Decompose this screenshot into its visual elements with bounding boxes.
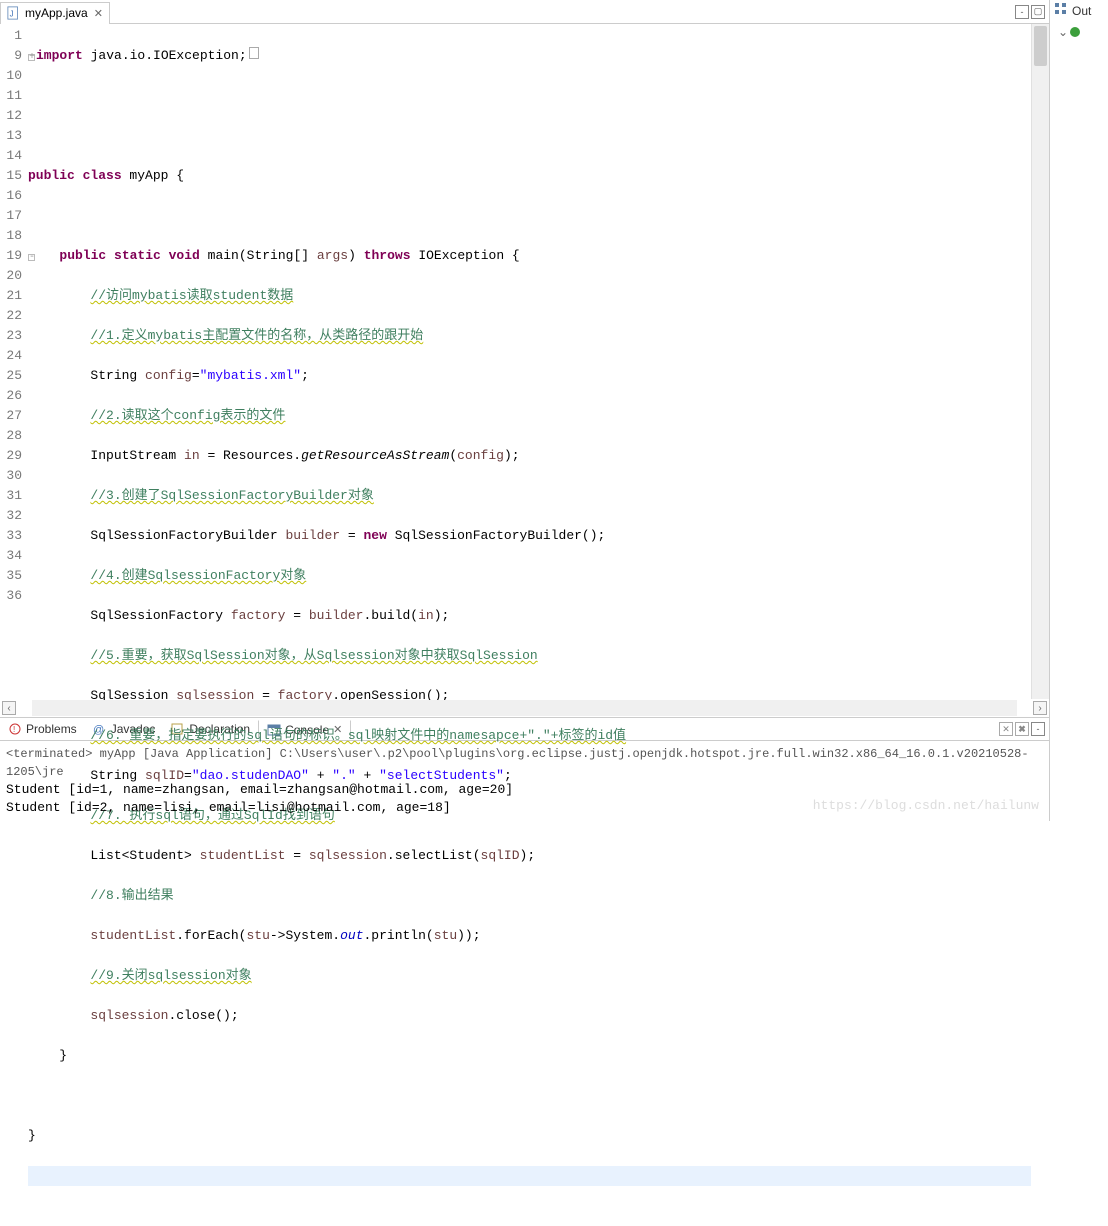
scroll-left-icon[interactable]: ‹ xyxy=(2,701,16,715)
outline-view: Out ⌄ xyxy=(1050,0,1108,821)
current-line xyxy=(28,1166,1031,1186)
java-file-icon: J xyxy=(7,6,21,20)
scroll-thumb[interactable] xyxy=(1034,26,1047,66)
class-icon xyxy=(1070,27,1080,37)
maximize-icon[interactable]: ▢ xyxy=(1031,5,1045,19)
vertical-scrollbar[interactable] xyxy=(1031,24,1049,699)
console-output[interactable]: <terminated> myApp [Java Application] C:… xyxy=(0,741,1049,821)
line-gutter: 1 9 10 11 12 13 14 15 16 17 18 19 20 21 … xyxy=(0,24,28,699)
minimize-icon[interactable]: - xyxy=(1031,722,1045,736)
editor-window-buttons: - ▢ xyxy=(1015,5,1049,19)
outline-icon xyxy=(1054,2,1068,19)
editor-tab-label: myApp.java xyxy=(25,6,88,20)
svg-text:J: J xyxy=(10,10,14,19)
fold-icon[interactable]: - xyxy=(28,254,35,261)
chevron-down-icon[interactable]: ⌄ xyxy=(1058,25,1068,39)
minimize-icon[interactable]: - xyxy=(1015,5,1029,19)
editor-tab[interactable]: J myApp.java ✕ xyxy=(0,2,110,24)
outline-tree-item[interactable]: ⌄ xyxy=(1058,25,1104,39)
close-icon[interactable]: ✕ xyxy=(94,7,103,20)
problems-icon: ! xyxy=(8,722,22,736)
code-area[interactable]: +import java.io.IOException; public clas… xyxy=(28,24,1031,699)
fold-icon[interactable]: + xyxy=(28,54,35,61)
horizontal-scrollbar[interactable]: ‹ › xyxy=(0,699,1049,717)
svg-text:!: ! xyxy=(13,725,15,734)
console-status: <terminated> myApp [Java Application] C:… xyxy=(6,745,1043,781)
watermark-text: https://blog.csdn.net/hailunw xyxy=(813,797,1039,815)
code-editor[interactable]: 1 9 10 11 12 13 14 15 16 17 18 19 20 21 … xyxy=(0,24,1049,699)
editor-tab-bar: J myApp.java ✕ - ▢ xyxy=(0,0,1049,24)
scroll-right-icon[interactable]: › xyxy=(1033,701,1047,715)
outline-label: Out xyxy=(1072,4,1091,18)
